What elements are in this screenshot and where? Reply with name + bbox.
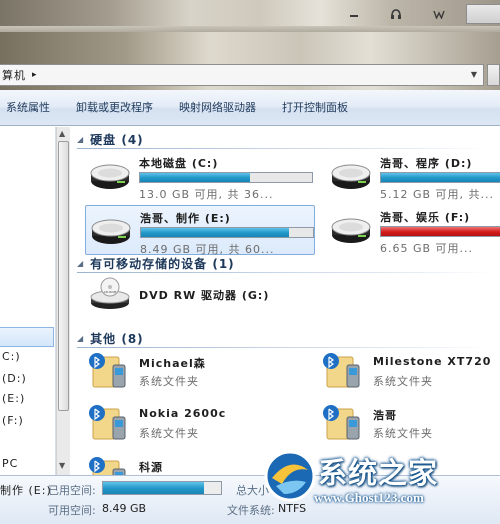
details-used-label: 已用空间: [48, 484, 96, 497]
drive-name: DVD RW 驱动器 (G:) [139, 289, 270, 302]
group-other[interactable]: ◢ 其他 (8) [77, 330, 492, 348]
breadcrumb[interactable]: 算机 [2, 67, 26, 83]
address-bar[interactable]: 算机 ▸ ▼ [0, 64, 484, 86]
drive-name: 本地磁盘 (C:) [139, 157, 219, 170]
maximize-button[interactable] [382, 4, 410, 24]
help-button[interactable] [466, 4, 500, 24]
drive-name: 浩哥、程序 (D:) [380, 157, 473, 170]
drive-name: 浩哥、娱乐 (F:) [380, 211, 471, 224]
group-removable[interactable]: ◢ 有可移动存储的设备 (1) [77, 255, 492, 273]
device-type: 系统文件夹 [373, 427, 433, 440]
uninstall-program-button[interactable]: 卸载或更改程序 [66, 96, 163, 120]
cdrom-label: CD-ROM [104, 290, 117, 294]
nav-item-pc[interactable]: PC [2, 457, 18, 470]
nav-item-e[interactable]: (E:) [2, 392, 25, 405]
open-control-panel-button[interactable]: 打开控制面板 [272, 96, 358, 120]
drive-info: 6.65 GB 可用... [380, 242, 474, 255]
collapse-icon[interactable]: ◢ [77, 135, 84, 144]
hard-disk-icon [91, 219, 131, 244]
drive-usage-bar [139, 172, 313, 183]
drive-usage-bar [140, 227, 314, 238]
device-type: 系统文件夹 [139, 375, 199, 388]
drive-tile-f[interactable]: 浩哥、娱乐 (F:) 6.65 GB 可用... [326, 205, 500, 255]
nav-item-f[interactable]: (F:) [2, 414, 24, 427]
scroll-up-icon[interactable]: ▲ [59, 129, 65, 138]
drive-usage-bar [380, 226, 500, 237]
drive-tile-d[interactable]: 浩哥、程序 (D:) 5.12 GB 可用, 共... [326, 151, 500, 201]
device-item-michael[interactable]: Michael森 系统文件夹 [87, 351, 287, 391]
details-drive-name: 制作 (E:) [0, 484, 52, 497]
bluetooth-phone-icon [323, 405, 360, 440]
device-name: Milestone XT720 [373, 355, 492, 368]
device-item-nokia[interactable]: Nokia 2600c 系统文件夹 [87, 403, 287, 443]
hard-disk-icon [331, 164, 371, 189]
bluetooth-phone-icon [323, 353, 360, 388]
watermark-url: www.Ghost123.com [314, 490, 424, 505]
bluetooth-phone-icon [89, 405, 126, 440]
details-usage-fill [103, 482, 205, 494]
system-properties-button[interactable]: 系统属性 [0, 96, 60, 120]
group-title: 有可移动存储的设备 (1) [90, 257, 235, 271]
drive-tile-e[interactable]: 浩哥、制作 (E:) 8.49 GB 可用, 共 60... [85, 205, 315, 256]
collapse-icon[interactable]: ◢ [77, 334, 84, 343]
chevron-down-icon[interactable]: ▼ [471, 70, 477, 79]
device-type: 系统文件夹 [373, 375, 433, 388]
drive-usage-fill [381, 227, 500, 236]
minimize-button[interactable] [340, 4, 368, 24]
device-name: 浩哥 [373, 409, 397, 422]
group-title: 硬盘 (4) [90, 133, 144, 147]
device-name: Michael森 [139, 357, 206, 370]
headset-icon [391, 9, 401, 19]
refresh-button[interactable] [487, 64, 500, 86]
device-item-milestone[interactable]: Milestone XT720 系统文件夹 [321, 351, 500, 391]
group-hard-disks[interactable]: ◢ 硬盘 (4) [77, 131, 492, 149]
close-button[interactable] [425, 4, 453, 24]
breadcrumb-separator-icon[interactable]: ▸ [32, 70, 37, 80]
scroll-thumb[interactable] [58, 141, 69, 411]
details-free-value: 8.49 GB [102, 502, 147, 515]
dvd-drive-icon: CD-ROM [90, 277, 130, 309]
details-usage-bar [102, 481, 222, 495]
device-item-keyuan[interactable]: 科源 [87, 455, 287, 475]
drive-info: 5.12 GB 可用, 共... [380, 188, 495, 201]
hard-disk-icon [90, 164, 130, 189]
scroll-down-icon[interactable]: ▼ [59, 461, 65, 470]
drive-usage-fill [141, 228, 289, 237]
nav-selected-item[interactable] [0, 327, 54, 347]
hard-disk-icon [331, 218, 371, 243]
collapse-icon[interactable]: ◢ [77, 259, 84, 268]
watermark-logo-icon [264, 450, 316, 502]
group-title: 其他 (8) [90, 332, 144, 346]
drive-tile-g[interactable]: CD-ROM DVD RW 驱动器 (G:) [85, 275, 315, 315]
map-network-drive-button[interactable]: 映射网络驱动器 [169, 96, 266, 120]
nav-scrollbar[interactable]: ▲ ▼ [56, 127, 70, 475]
w-icon [433, 10, 445, 19]
nav-item-c[interactable]: C:) [2, 350, 21, 363]
watermark: 系统之家 www.Ghost123.com [262, 448, 500, 524]
command-bar: 系统属性 卸载或更改程序 映射网络驱动器 打开控制面板 [0, 90, 500, 126]
bluetooth-phone-icon [89, 353, 126, 388]
drive-usage-fill [140, 173, 251, 182]
device-name: Nokia 2600c [139, 407, 227, 420]
drive-usage-fill [381, 173, 500, 182]
device-name: 科源 [139, 461, 163, 474]
bluetooth-phone-icon [89, 457, 126, 475]
drive-usage-bar [380, 172, 500, 183]
device-type: 系统文件夹 [139, 427, 199, 440]
drive-info: 13.0 GB 可用, 共 36... [139, 188, 274, 201]
nav-item-d[interactable]: (D:) [2, 372, 27, 385]
drive-tile-c[interactable]: 本地磁盘 (C:) 13.0 GB 可用, 共 36... [85, 151, 315, 201]
drive-name: 浩哥、制作 (E:) [140, 212, 231, 225]
content-pane: ◢ 硬盘 (4) 本地磁盘 (C:) 13.0 GB 可用, 共 36... 浩… [71, 127, 500, 475]
group-divider [77, 272, 492, 273]
minimize-icon [350, 15, 358, 17]
group-divider [77, 148, 492, 149]
navigation-pane: C:) (D:) (E:) (F:) PC [0, 127, 56, 477]
watermark-text: 系统之家 [318, 456, 439, 490]
title-bar [0, 0, 500, 32]
group-divider [77, 347, 492, 348]
details-free-label: 可用空间: [48, 504, 96, 517]
device-item-haoge[interactable]: 浩哥 系统文件夹 [321, 403, 500, 443]
